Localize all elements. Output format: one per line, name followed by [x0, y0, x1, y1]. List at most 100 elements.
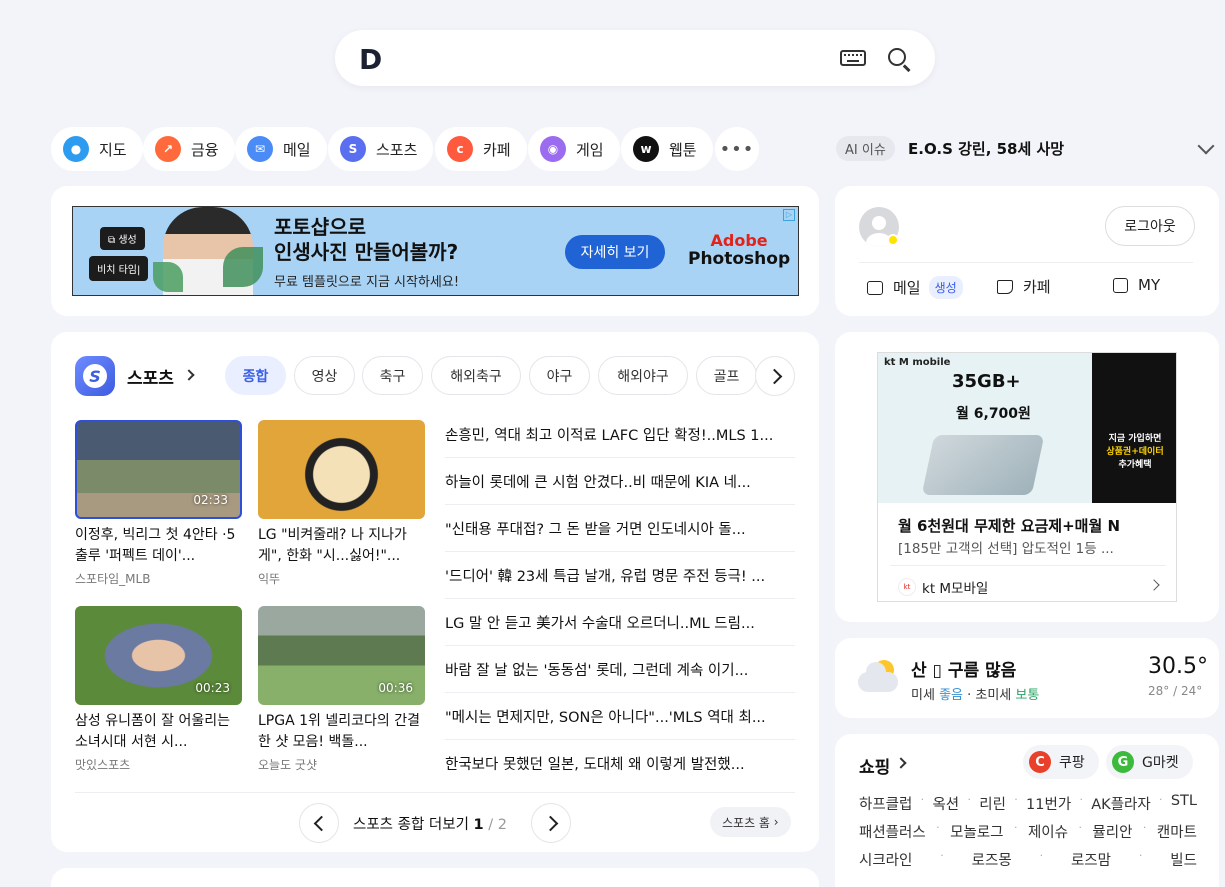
side-ad[interactable]: kt M mobile 35GB+ 월 6,700원 지금 가입하면 상품권+데…	[877, 352, 1177, 602]
leaf-decoration	[153, 262, 183, 292]
daum-logo[interactable]: D	[359, 43, 382, 76]
news-item[interactable]: '드디어' 韓 23세 특급 날개, 유럽 명문 주전 등극! ...	[445, 552, 795, 599]
search-icon[interactable]	[888, 48, 906, 66]
leaf-decoration	[223, 247, 263, 287]
sports-title[interactable]: 스포츠	[127, 364, 174, 389]
video-thumbnail[interactable]	[258, 420, 425, 519]
shop-link[interactable]: 패션플러스	[859, 821, 926, 842]
video-source: 맛있스포츠	[75, 758, 131, 772]
ai-issue-badge: AI 이슈	[836, 136, 895, 161]
service-finance[interactable]: ↗ 금융	[143, 127, 235, 171]
shop-link[interactable]: 시크라인	[859, 849, 912, 870]
ad-description[interactable]: [185만 고객의 선택] 압도적인 1등 ...	[898, 537, 1114, 557]
ad-info-icon[interactable]: ▷	[783, 209, 795, 221]
shop-link[interactable]: 제이슈	[1028, 821, 1068, 842]
shop-link[interactable]: 뮬리안	[1092, 821, 1132, 842]
partly-cloudy-icon	[858, 660, 900, 696]
next-page-button[interactable]	[531, 803, 571, 843]
keyboard-icon[interactable]	[840, 50, 866, 66]
service-map[interactable]: ● 지도	[51, 127, 143, 171]
shop-link[interactable]: 로즈몽	[972, 849, 1012, 870]
shop-link[interactable]: 11번가	[1026, 793, 1071, 814]
news-item[interactable]: "메시는 면제지만, SON은 아니다"...'MLS 역대 최...	[445, 693, 795, 740]
pagination: 스포츠 종합 더보기 1 / 2	[353, 817, 507, 833]
shop-link[interactable]: STL	[1171, 793, 1197, 814]
cafe-icon: c	[447, 136, 473, 162]
shopping-title[interactable]: 쇼핑	[859, 753, 890, 778]
sports-logo-icon: S	[75, 356, 115, 396]
kt-logo-icon: kt	[898, 578, 916, 596]
search-bar[interactable]: D	[335, 30, 935, 86]
ai-issue-headline[interactable]: E.O.S 강린, 58세 사망	[908, 138, 1064, 159]
tab-baseball[interactable]: 야구	[529, 356, 590, 395]
video-item[interactable]: 02:33 이정후, 빅리그 첫 4안타 ·5출루 '퍼펙트 데이'... 스포…	[75, 420, 245, 587]
divider	[890, 565, 1166, 566]
news-item[interactable]: 한국보다 못했던 일본, 도대체 왜 이렇게 발전했...	[445, 740, 795, 787]
prev-page-button[interactable]	[299, 803, 339, 843]
more-services-button[interactable]: •••	[715, 127, 759, 171]
ad-detail-button[interactable]: 자세히 보기	[565, 235, 665, 269]
ad-promo-panel	[1092, 353, 1176, 503]
ad-promo-text: 지금 가입하면 상품권+데이터 추가혜택	[1106, 434, 1164, 470]
coupang-icon: C	[1029, 751, 1051, 773]
tab-overall[interactable]: 종합	[225, 356, 286, 395]
video-item[interactable]: 00:23 삼성 유니폼이 잘 어울리는 소녀시대 서현 시... 맛있스포츠	[75, 606, 245, 773]
shop-link[interactable]: 옥션	[932, 793, 959, 814]
news-item[interactable]: LG 말 안 듣고 美가서 수술대 오르더니..ML 드림...	[445, 599, 795, 646]
advertiser[interactable]: kt kt M모바일	[898, 577, 988, 597]
tab-soccer[interactable]: 축구	[362, 356, 423, 395]
news-item[interactable]: 하늘이 롯데에 큰 시험 안겼다..비 때문에 KIA 네...	[445, 458, 795, 505]
weather-condition[interactable]: 산 ▯ 구름 많음	[911, 656, 1016, 681]
video-thumbnail[interactable]: 02:33	[75, 420, 242, 519]
shop-link[interactable]: 하프클럽	[859, 793, 912, 814]
shop-link[interactable]: 캔마트	[1157, 821, 1197, 842]
video-thumbnail[interactable]: 00:36	[258, 606, 425, 705]
video-title[interactable]: LG "비켜줄래? 나 지나가게", 한화 "시...싫어!"...	[258, 525, 428, 567]
map-icon: ●	[63, 136, 89, 162]
tab-golf[interactable]: 골프	[696, 356, 757, 395]
video-title[interactable]: 이정후, 빅리그 첫 4안타 ·5출루 '퍼펙트 데이'...	[75, 525, 245, 567]
ad-title[interactable]: 월 6천원대 무제한 요금제+매월 N	[898, 515, 1120, 536]
service-cafe[interactable]: c 카페	[435, 127, 527, 171]
ad-tag-beach: 비치 타임|	[89, 256, 149, 281]
partner-gmarket[interactable]: G G마켓	[1106, 745, 1193, 779]
shop-row: 시크라인 · 로즈몽 · 로즈맘 · 빌드	[859, 849, 1197, 870]
ad-banner[interactable]: ⧉ 생성 비치 타임| 포토샵으로 인생사진 만들어볼까? 무료 템플릿으로 지…	[72, 206, 799, 296]
logout-button[interactable]: 로그아웃	[1105, 206, 1195, 246]
video-title[interactable]: 삼성 유니폼이 잘 어울리는 소녀시대 서현 시...	[75, 711, 245, 753]
tab-overseas-baseball[interactable]: 해외야구	[598, 356, 688, 395]
service-game[interactable]: ◉ 게임	[528, 127, 620, 171]
tab-overseas-soccer[interactable]: 해외축구	[431, 356, 521, 395]
video-thumbnail[interactable]: 00:23	[75, 606, 242, 705]
tab-video[interactable]: 영상	[294, 356, 355, 395]
cafe-icon	[997, 279, 1013, 294]
quick-mail[interactable]: 메일 생성	[867, 276, 963, 299]
divider	[75, 792, 795, 793]
quick-cafe[interactable]: 카페	[997, 276, 1051, 297]
mail-icon	[867, 280, 883, 295]
quick-my[interactable]: MY	[1113, 276, 1160, 294]
shop-link[interactable]: AK플라자	[1091, 793, 1150, 814]
partner-coupang[interactable]: C 쿠팡	[1023, 745, 1099, 779]
phone-image	[921, 435, 1045, 495]
video-item[interactable]: LG "비켜줄래? 나 지나가게", 한화 "시...싫어!"... 익뚜	[258, 420, 428, 587]
shop-link[interactable]: 로즈맘	[1071, 849, 1111, 870]
video-item[interactable]: 00:36 LPGA 1위 넬리코다의 간결한 샷 모음! 백돌... 오늘도 …	[258, 606, 428, 773]
tabs-next-button[interactable]	[755, 356, 795, 396]
shop-link[interactable]: 리린	[979, 793, 1006, 814]
video-title[interactable]: LPGA 1위 넬리코다의 간결한 샷 모음! 백돌...	[258, 711, 428, 753]
shop-link[interactable]: 모놀로그	[950, 821, 1003, 842]
mail-new-badge: 생성	[928, 276, 963, 299]
news-item[interactable]: 손흥민, 역대 최고 이적료 LAFC 입단 확정!..MLS 1...	[445, 411, 795, 458]
webtoon-icon: w	[633, 136, 659, 162]
service-sports[interactable]: S 스포츠	[328, 127, 434, 171]
news-item[interactable]: 바람 잘 날 없는 '동동섬' 롯데, 그런데 계속 이기...	[445, 646, 795, 693]
shop-link[interactable]: 빌드	[1170, 849, 1197, 870]
service-webtoon[interactable]: w 웹툰	[621, 127, 713, 171]
video-source: 익뚜	[258, 572, 281, 586]
chevron-down-icon[interactable]	[1197, 137, 1215, 155]
service-mail[interactable]: ✉ 메일	[235, 127, 327, 171]
chevron-right-icon[interactable]	[1148, 579, 1160, 591]
news-item[interactable]: "신태용 푸대접? 그 돈 받을 거면 인도네시아 돌...	[445, 505, 795, 552]
sports-home-button[interactable]: 스포츠 홈 ›	[710, 807, 791, 837]
